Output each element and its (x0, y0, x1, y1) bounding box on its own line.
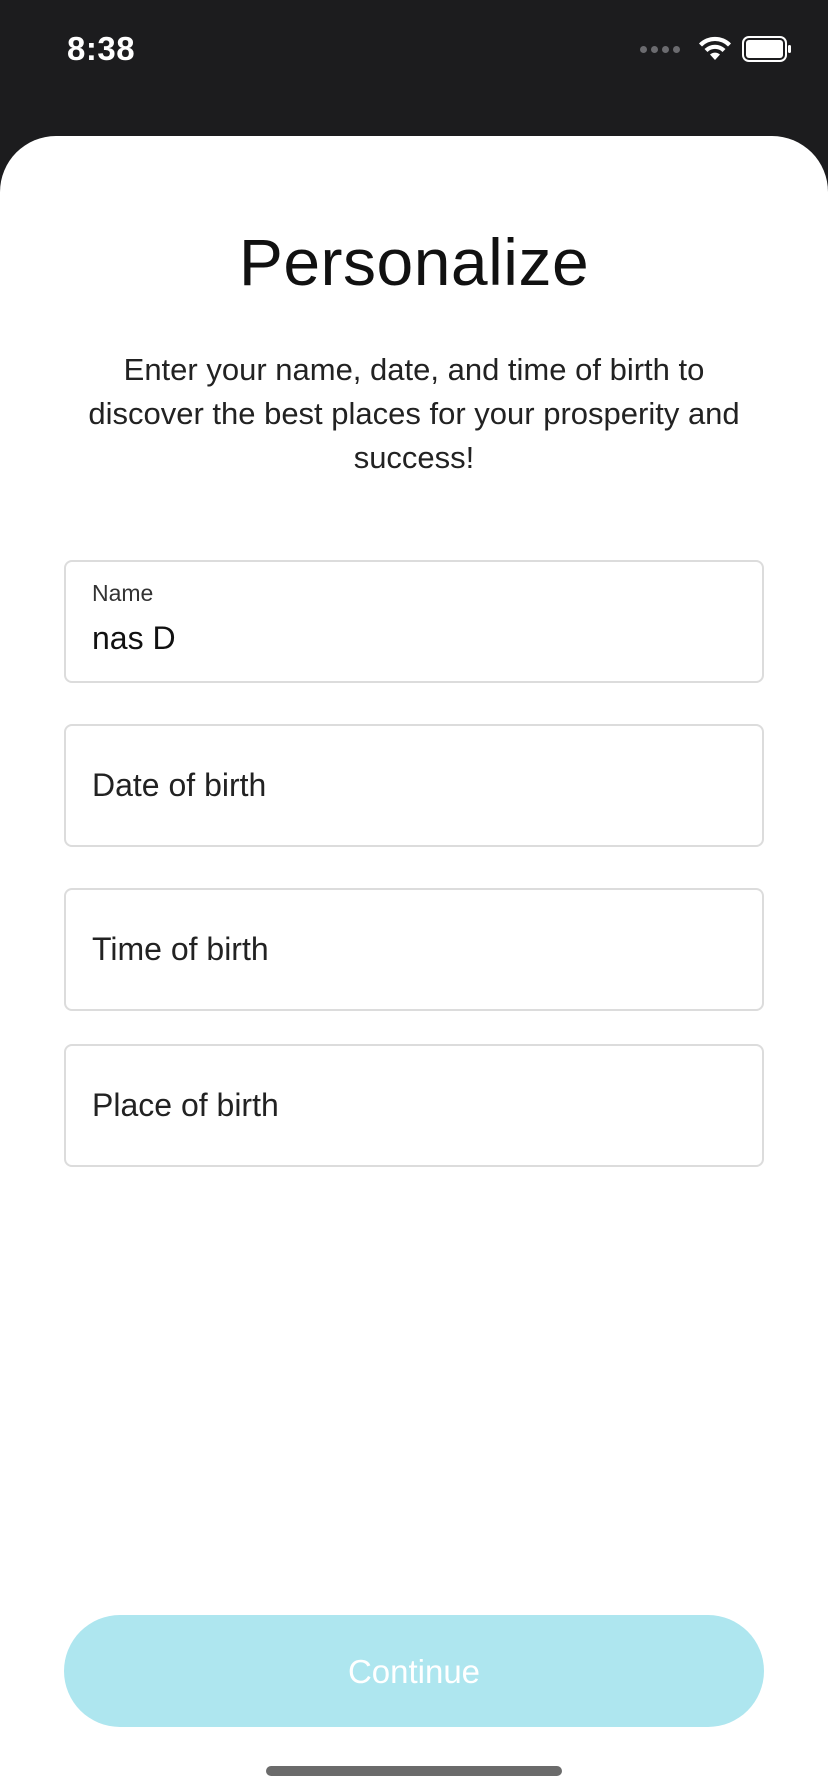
name-field-value[interactable]: nas D (92, 620, 176, 657)
name-field[interactable]: Name nas D (64, 560, 764, 683)
page-title: Personalize (238, 225, 590, 299)
wifi-icon (699, 36, 731, 60)
continue-button[interactable]: Continue (64, 1615, 764, 1727)
place-of-birth-field[interactable]: Place of birth (64, 1044, 764, 1167)
status-icons (640, 36, 792, 62)
status-time: 8:38 (67, 30, 136, 67)
name-field-label: Name (92, 580, 154, 606)
date-of-birth-field[interactable]: Date of birth (64, 724, 764, 847)
home-indicator (266, 1766, 562, 1776)
personalize-sheet: Personalize Enter your name, date, and t… (0, 136, 828, 1792)
place-of-birth-placeholder: Place of birth (92, 1087, 279, 1123)
date-of-birth-placeholder: Date of birth (92, 767, 267, 803)
signal-icon (640, 45, 680, 53)
page-subtitle: Enter your name, date, and time of birth… (88, 352, 740, 475)
time-of-birth-placeholder: Time of birth (92, 931, 269, 967)
status-bar: 8:38 (0, 0, 828, 136)
time-of-birth-field[interactable]: Time of birth (64, 888, 764, 1011)
battery-icon (742, 36, 791, 62)
